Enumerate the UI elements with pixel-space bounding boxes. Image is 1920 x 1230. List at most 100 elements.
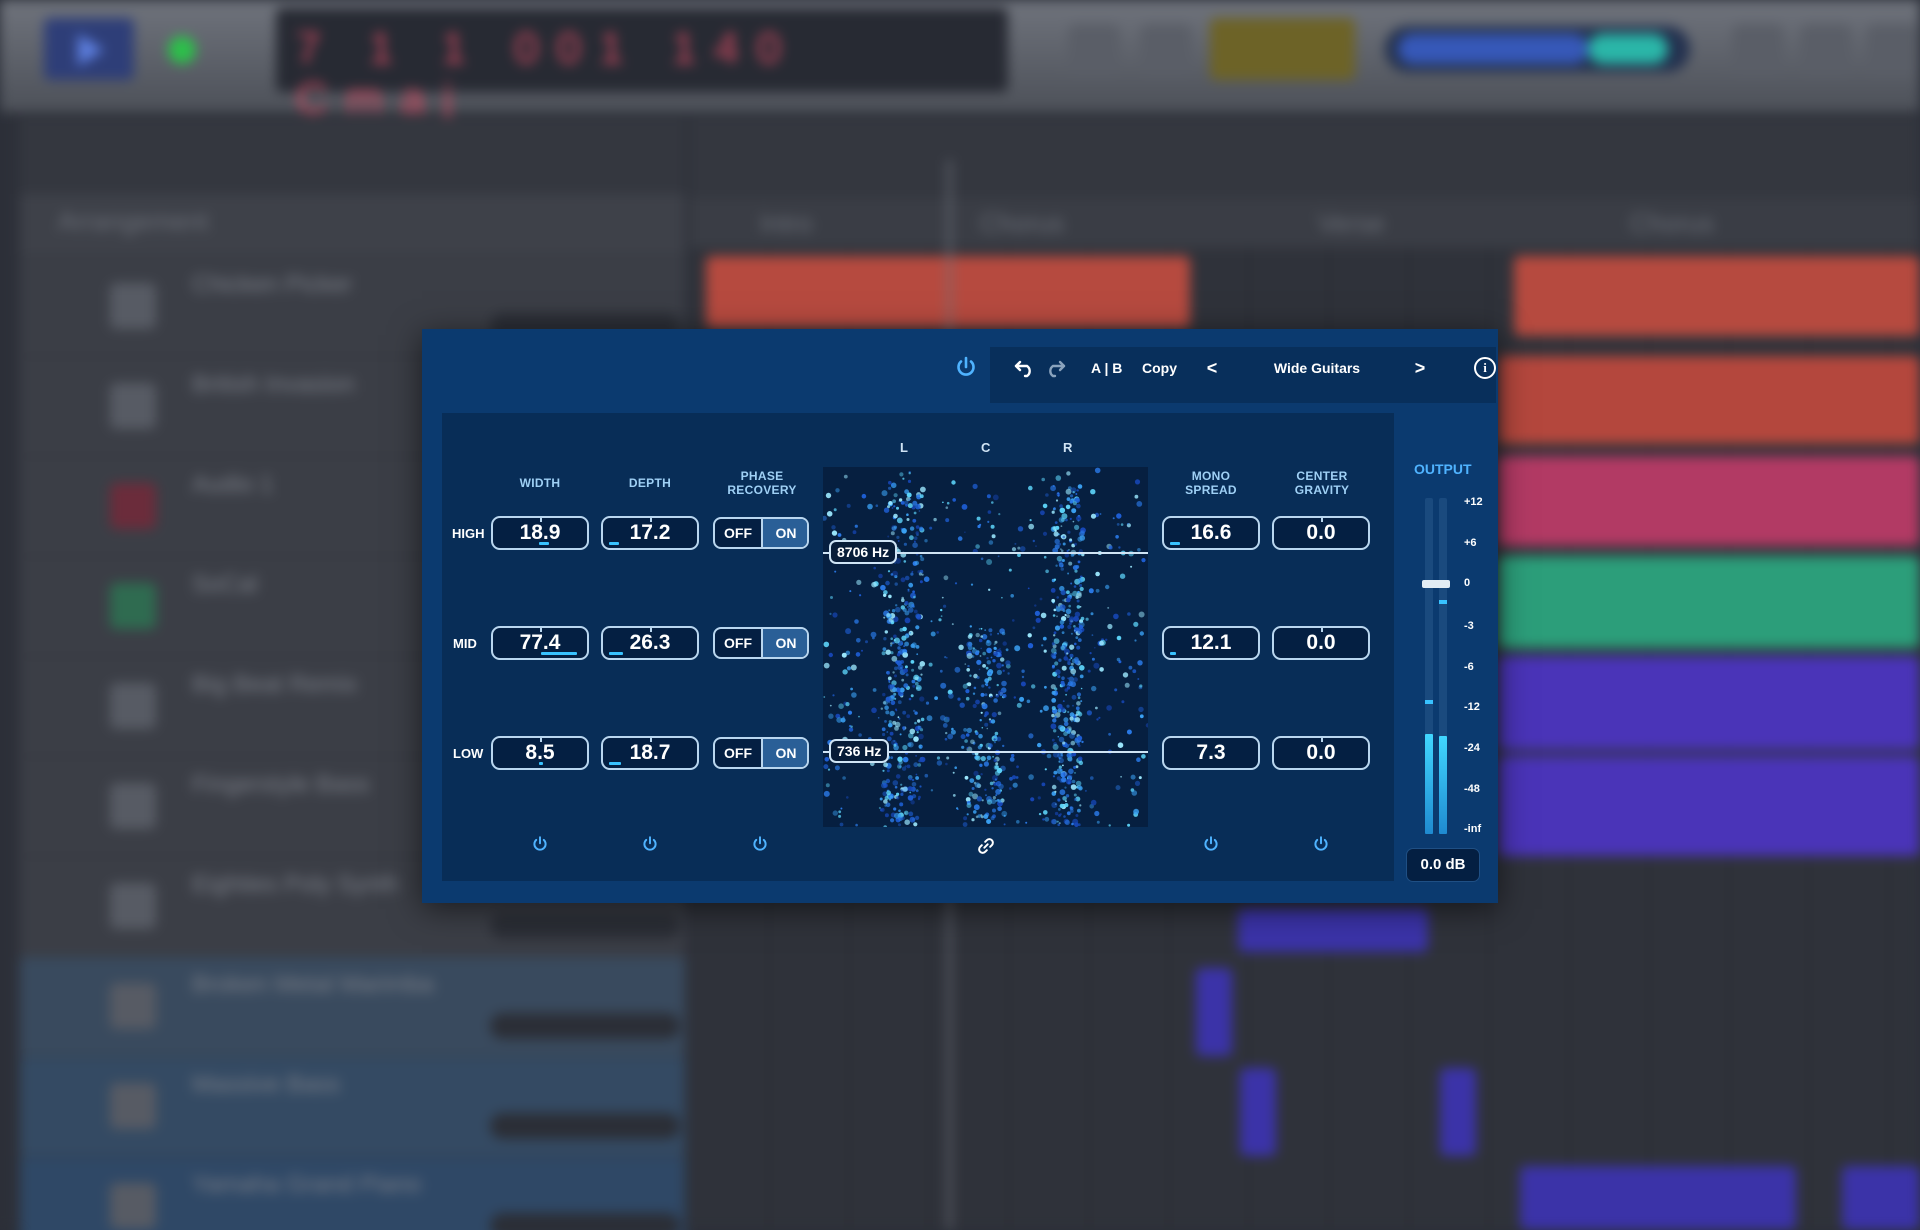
vectorscope-particle (1051, 706, 1055, 709)
vectorscope-particle (899, 802, 904, 807)
vectorscope-particle (963, 728, 967, 732)
vectorscope-particle (1064, 803, 1069, 808)
vectorscope-particle (1069, 733, 1075, 739)
link-icon[interactable] (976, 836, 996, 856)
vectorscope-particle (1120, 523, 1124, 526)
vectorscope-particle (1063, 717, 1069, 723)
low-crossover-frequency[interactable]: 736 Hz (829, 739, 890, 763)
vectorscope-particle (1027, 643, 1034, 649)
vectorscope-particle (1053, 631, 1057, 635)
output-gain-value[interactable]: 0.0 dB (1406, 848, 1480, 882)
vectorscope-particle (996, 683, 999, 687)
vectorscope-particle (1056, 615, 1058, 618)
vectorscope-particle (1079, 535, 1086, 541)
vectorscope-particle (966, 668, 970, 672)
next-preset-button[interactable]: > (1412, 358, 1428, 378)
vectorscope-particle (885, 710, 890, 715)
low-center-gravity-value[interactable]: 0.0 (1272, 736, 1370, 770)
low-phase-recovery-toggle[interactable]: OFF ON (713, 737, 809, 769)
vectorscope-particle (984, 788, 987, 791)
vectorscope-particle (984, 693, 988, 697)
phase-off-option[interactable]: OFF (715, 739, 761, 767)
vectorscope-particle (1058, 757, 1064, 764)
vectorscope-particle (988, 540, 994, 545)
vectorscope-particle (1095, 706, 1098, 710)
phase-on-option[interactable]: ON (763, 739, 807, 767)
vectorscope-particle (1096, 718, 1099, 721)
high-center-gravity-value[interactable]: 0.0 (1272, 516, 1370, 550)
mid-depth-value[interactable]: 26.3 (601, 626, 699, 660)
vectorscope-particle (1065, 504, 1071, 510)
previous-preset-button[interactable]: < (1204, 358, 1220, 378)
vectorscope-particle (1076, 742, 1080, 746)
vectorscope-particle (831, 530, 838, 536)
mid-width-value[interactable]: 77.4 (491, 626, 589, 660)
vectorscope-particle (1062, 700, 1065, 702)
phase-on-option[interactable]: ON (763, 519, 807, 547)
low-width-value[interactable]: 8.5 (491, 736, 589, 770)
preset-name[interactable]: Wide Guitars (1236, 358, 1398, 378)
vectorscope-particle (910, 800, 915, 805)
vectorscope-particle (1069, 517, 1072, 520)
center-gravity-power-icon[interactable] (1312, 835, 1330, 853)
vectorscope-particle (1040, 612, 1047, 619)
vectorscope-particle (1054, 687, 1058, 691)
redo-icon[interactable] (1044, 358, 1066, 378)
high-phase-recovery-toggle[interactable]: OFF ON (713, 517, 809, 549)
vectorscope-particle (1059, 803, 1064, 809)
vectorscope-particle (1126, 729, 1132, 735)
vectorscope-particle (1065, 488, 1072, 495)
phase-recovery-power-icon[interactable] (751, 835, 769, 853)
vectorscope-particle (938, 618, 942, 622)
phase-off-option[interactable]: OFF (715, 629, 761, 657)
vectorscope-particle (1007, 672, 1010, 675)
mid-phase-recovery-toggle[interactable]: OFF ON (713, 627, 809, 659)
ab-compare-button[interactable]: A | B (1091, 358, 1122, 378)
vectorscope-particle (896, 535, 900, 539)
phase-on-option[interactable]: ON (763, 629, 807, 657)
vectorscope-particle (915, 773, 918, 776)
plugin-power-icon[interactable] (954, 355, 978, 379)
vectorscope-particle (1137, 660, 1143, 666)
width-column-power-icon[interactable] (531, 835, 549, 853)
high-crossover-frequency[interactable]: 8706 Hz (829, 540, 898, 564)
mid-mono-spread-value[interactable]: 12.1 (1162, 626, 1260, 660)
vectorscope-particle (1094, 646, 1096, 649)
daw-region (1520, 1166, 1796, 1230)
vectorscope-particle (907, 588, 910, 591)
vectorscope-particle (1056, 596, 1059, 599)
vectorscope-particle (967, 634, 973, 639)
vectorscope-particle (1067, 624, 1072, 630)
mono-spread-power-icon[interactable] (1202, 835, 1220, 853)
vectorscope-particle (1099, 513, 1102, 515)
vectorscope-particle (1108, 545, 1113, 550)
stereo-vectorscope[interactable] (823, 467, 1148, 827)
vectorscope-particle (1061, 777, 1067, 783)
daw-region (1240, 1068, 1276, 1156)
vectorscope-particle (1074, 642, 1077, 646)
high-depth-value[interactable]: 17.2 (601, 516, 699, 550)
vectorscope-particle (992, 755, 994, 758)
phase-off-option[interactable]: OFF (715, 519, 761, 547)
low-mono-spread-value[interactable]: 7.3 (1162, 736, 1260, 770)
vectorscope-particle (907, 742, 912, 747)
copy-button[interactable]: Copy (1142, 358, 1177, 378)
depth-column-power-icon[interactable] (641, 835, 659, 853)
vectorscope-particle (1117, 742, 1124, 748)
vectorscope-particle (915, 525, 920, 529)
vectorscope-particle (1077, 590, 1080, 594)
daw-region (1440, 1068, 1476, 1156)
mid-center-gravity-value[interactable]: 0.0 (1272, 626, 1370, 660)
vectorscope-particle (1141, 754, 1146, 759)
output-gain-fader[interactable] (1422, 580, 1450, 588)
vectorscope-particle (1053, 655, 1056, 659)
high-width-value[interactable]: 18.9 (491, 516, 589, 550)
vectorscope-particle (1070, 648, 1072, 650)
info-icon[interactable]: i (1474, 357, 1496, 379)
vectorscope-particle (1054, 521, 1058, 524)
vectorscope-particle (1044, 768, 1047, 771)
low-depth-value[interactable]: 18.7 (601, 736, 699, 770)
high-mono-spread-value[interactable]: 16.6 (1162, 516, 1260, 550)
undo-icon[interactable] (1014, 358, 1036, 378)
vectorscope-particle (974, 782, 981, 788)
